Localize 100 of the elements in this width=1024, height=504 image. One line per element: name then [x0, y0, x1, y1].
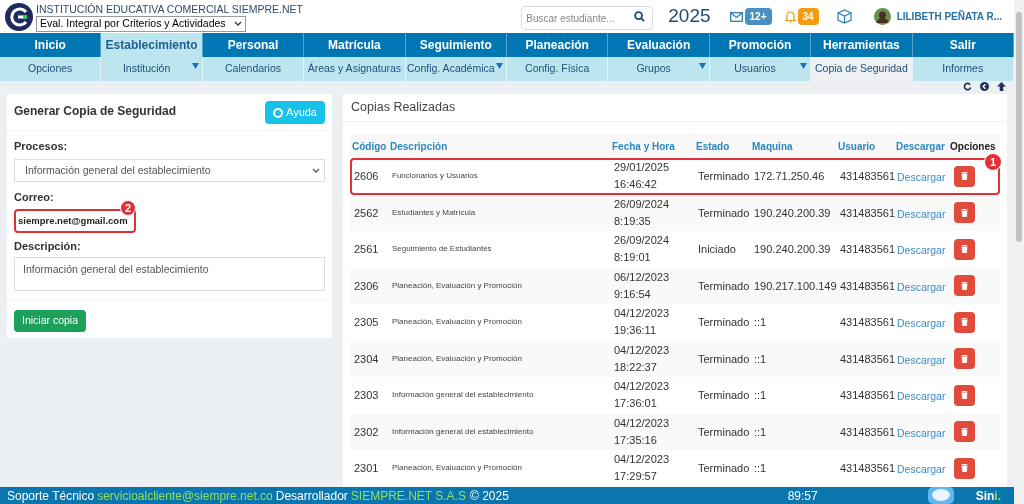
table-cell-text: 172.71.250.46: [753, 169, 826, 184]
menu-tab[interactable]: Establecimiento: [101, 33, 203, 57]
column-header: Maquina: [751, 139, 794, 154]
download-link[interactable]: Descargar: [897, 244, 946, 257]
submenu-tab[interactable]: Copia de Seguridad: [811, 57, 913, 81]
brand-logo: Sini.: [975, 487, 1001, 504]
refresh-icon[interactable]: [963, 82, 972, 91]
caret-icon: [191, 63, 199, 69]
submenu-tab[interactable]: Calendarios: [202, 57, 305, 81]
download-link[interactable]: Descargar: [897, 463, 946, 476]
lifebuoy-icon: [273, 107, 283, 118]
copyright-text: © 2025: [469, 487, 509, 504]
cube-icon[interactable]: [836, 9, 852, 24]
trash-icon: [961, 318, 968, 327]
delete-button[interactable]: [954, 348, 975, 370]
timer-text: 89:57: [787, 487, 818, 504]
table-cell-text: 2302: [353, 424, 380, 440]
download-link[interactable]: Descargar: [897, 426, 946, 439]
chevron-down-icon: [233, 20, 242, 27]
download-link[interactable]: Descargar: [897, 171, 946, 184]
table-cell-text: 04/12/2023 17:35:16: [613, 415, 671, 448]
table-cell-text: Planeación, Evaluación y Promoción: [391, 352, 523, 365]
table-cell-text: 2306: [353, 278, 380, 294]
column-header: Descripción: [389, 139, 449, 154]
table-cell-text: 29/01/2025 16:46:42: [613, 160, 671, 193]
column-header: Descargar: [895, 139, 946, 154]
delete-button[interactable]: [954, 384, 975, 406]
footer-text: Desarrollador: [275, 487, 348, 504]
table-cell-text: Terminado: [697, 169, 751, 184]
table-cell-text: Estudiantes y Matrícula: [391, 206, 477, 219]
start-backup-button[interactable]: Iniciar copia: [14, 309, 87, 332]
annotation-marker: 1: [984, 153, 1002, 171]
table-cell-text: 06/12/2023 9:16:54: [613, 269, 671, 302]
delete-button[interactable]: [954, 275, 975, 297]
submenu-tab[interactable]: Opciones: [0, 57, 102, 81]
table-cell-text: Iniciado: [697, 242, 737, 257]
table-cell-text: 04/12/2023 17:36:01: [613, 379, 671, 412]
search-icon[interactable]: [634, 10, 646, 22]
table-cell-text: Terminado: [697, 205, 751, 221]
trash-icon: [961, 464, 968, 473]
form-title: Generar Copia de Seguridad: [14, 103, 177, 120]
table-cell-text: 431483561: [839, 205, 896, 221]
mode-select[interactable]: Eval. Integral por Criterios y Actividades: [36, 15, 246, 32]
delete-button[interactable]: [954, 238, 975, 260]
description-field[interactable]: Información general del establecimiento: [14, 257, 325, 291]
download-link[interactable]: Descargar: [897, 353, 946, 366]
submenu-tab[interactable]: Config. Académica: [405, 57, 507, 81]
submenu-tab[interactable]: Institución: [101, 57, 203, 81]
year-label: 2025: [668, 4, 711, 29]
process-select[interactable]: Información general del establecimiento: [14, 159, 325, 182]
support-email-link[interactable]: servicioalcliente@siempre.net.co: [97, 486, 273, 504]
back-icon[interactable]: [980, 82, 989, 91]
delete-button[interactable]: [954, 421, 975, 443]
mail-icon[interactable]: [729, 11, 743, 22]
submenu-tab[interactable]: Grupos: [608, 57, 710, 81]
table-cell-text: ::1: [753, 424, 768, 440]
trash-icon: [961, 172, 968, 181]
table-cell-text: Seguimiento de Estudiantes: [391, 243, 493, 256]
chat-bubble-icon[interactable]: [927, 487, 954, 504]
table-cell-text: 190.240.200.39: [753, 205, 832, 221]
download-link[interactable]: Descargar: [897, 317, 946, 330]
table-cell-text: 2562: [353, 205, 380, 221]
table-cell-text: 2606: [353, 169, 380, 184]
delete-button[interactable]: [954, 165, 975, 187]
table-cell-text: 2305: [353, 315, 380, 330]
avatar[interactable]: [873, 8, 891, 25]
delete-button[interactable]: [954, 311, 975, 333]
column-header: Código: [351, 139, 388, 154]
trash-icon: [961, 281, 968, 290]
bell-icon[interactable]: [784, 10, 796, 23]
table-cell-text: 431483561: [839, 169, 896, 184]
field-label: Procesos:: [14, 139, 69, 153]
table-cell-text: Terminado: [697, 315, 751, 330]
submenu-tab[interactable]: Áreas y Asignaturas: [304, 57, 406, 81]
table-title: Copias Realizadas: [343, 94, 1007, 122]
alert-count-badge: 34: [797, 8, 819, 25]
table-cell-text: 431483561: [839, 461, 896, 476]
delete-button[interactable]: [954, 202, 975, 224]
up-arrow-icon[interactable]: [997, 82, 1006, 91]
caret-icon: [496, 63, 503, 69]
user-name[interactable]: LILIBETH PEÑATA R...: [896, 9, 1002, 24]
scrollbar[interactable]: [1014, 0, 1024, 504]
table-cell-text: Planeación, Evaluación y Promoción: [391, 279, 523, 292]
chevron-down-icon: [312, 167, 320, 174]
table-cell-text: Funcionarios y Usuarios: [391, 170, 479, 183]
submenu-tab[interactable]: Config. Física: [507, 57, 609, 81]
delete-button[interactable]: [954, 457, 975, 479]
table-cell-text: 190.217.100.149: [753, 278, 838, 294]
developer-link[interactable]: SIEMPRE.NET S.A.S: [350, 486, 466, 504]
table-cell-text: Terminado: [697, 461, 751, 476]
download-link[interactable]: Descargar: [897, 280, 946, 293]
download-link[interactable]: Descargar: [897, 390, 946, 403]
institution-name: INSTITUCIÓN EDUCATIVA COMERCIAL SIEMPRE.NET: [36, 1, 303, 16]
search-field[interactable]: Buscar estudiante...: [521, 6, 654, 30]
table-cell-text: 2561: [353, 242, 380, 257]
table-cell-text: Planeación, Evaluación y Promoción: [391, 462, 523, 475]
table-cell-text: 2304: [353, 351, 380, 367]
column-header: Opciones: [949, 139, 997, 154]
table-cell-text: Terminado: [697, 278, 751, 294]
download-link[interactable]: Descargar: [897, 207, 946, 220]
